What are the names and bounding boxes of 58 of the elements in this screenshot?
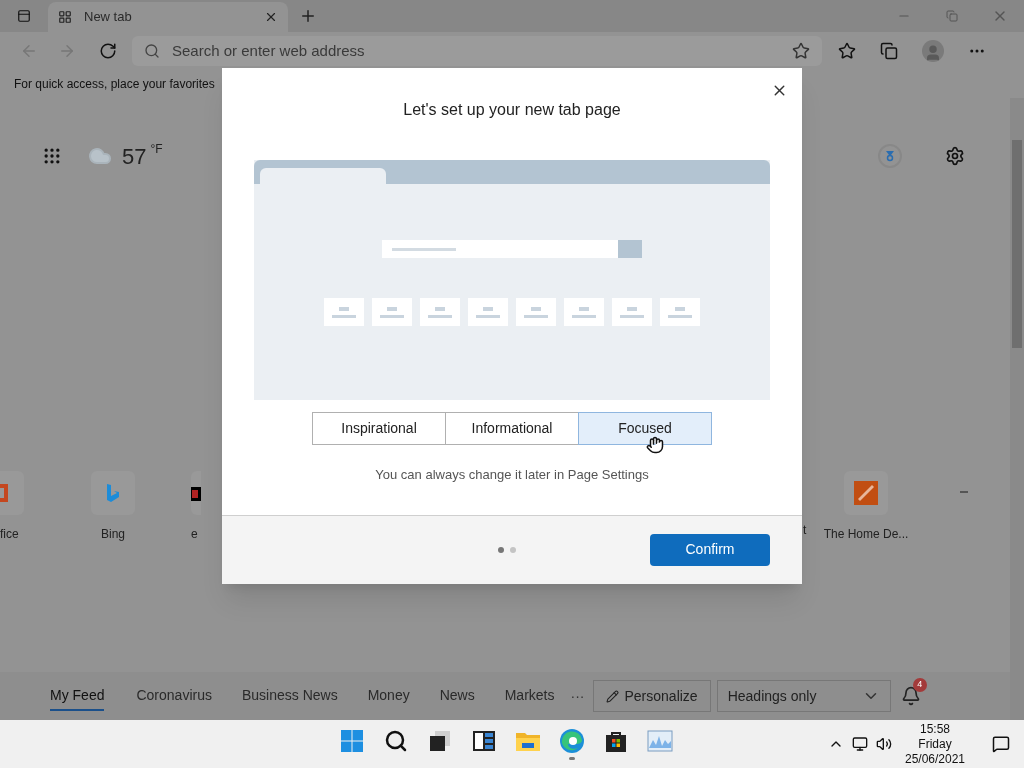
more-topics-button[interactable]: ··· bbox=[570, 685, 585, 707]
tab-page-icon bbox=[58, 10, 72, 24]
collections-icon[interactable] bbox=[880, 42, 898, 60]
notification-center-icon[interactable] bbox=[992, 735, 1010, 753]
layout-option[interactable]: Informational bbox=[445, 412, 579, 445]
temperature[interactable]: 57 bbox=[122, 139, 147, 173]
clock-time[interactable]: 15:58 bbox=[920, 721, 950, 737]
widgets-icon[interactable] bbox=[472, 729, 496, 753]
task-view-icon[interactable] bbox=[428, 729, 452, 753]
clock-day[interactable]: Friday bbox=[918, 736, 952, 752]
layout-option[interactable]: Inspirational bbox=[312, 412, 446, 445]
bing-tile-icon[interactable] bbox=[91, 471, 135, 515]
shopping-bag-icon[interactable] bbox=[604, 729, 628, 753]
personalize-button[interactable]: Personalize bbox=[592, 680, 711, 712]
feed-tab[interactable]: News bbox=[439, 681, 475, 711]
temperature-unit: °F bbox=[150, 141, 163, 158]
search-icon[interactable] bbox=[384, 729, 408, 753]
settings-icon[interactable] bbox=[945, 146, 965, 166]
clock-date[interactable]: 25/06/2021 bbox=[904, 751, 966, 767]
notifications-icon[interactable] bbox=[900, 686, 921, 706]
shop-tile-icon[interactable] bbox=[191, 471, 201, 515]
app-tile-icon[interactable] bbox=[0, 471, 24, 515]
store-tile-icon[interactable] bbox=[844, 471, 888, 515]
browser-logo-icon[interactable] bbox=[559, 728, 585, 754]
feed-tab[interactable]: Markets bbox=[504, 681, 555, 711]
feed-tab[interactable]: My Feed bbox=[50, 681, 105, 711]
address-bar[interactable]: Search or enter web address bbox=[132, 36, 822, 66]
tile-label[interactable]: The Home De... bbox=[823, 525, 909, 543]
tile-label[interactable]: e bbox=[191, 525, 198, 543]
dialog-title: Let's set up your new tab page bbox=[403, 100, 621, 120]
add-favorite-icon[interactable] bbox=[792, 42, 810, 60]
new-tab-icon[interactable] bbox=[299, 7, 317, 25]
tile-label: t bbox=[803, 522, 808, 539]
feed-tab[interactable]: Business News bbox=[241, 681, 338, 711]
layout-dropdown[interactable]: Headings only bbox=[716, 680, 891, 712]
refresh-icon[interactable] bbox=[99, 42, 117, 60]
pointer-cursor-icon bbox=[646, 436, 664, 454]
search-icon bbox=[144, 43, 160, 59]
windows-logo-icon[interactable] bbox=[340, 729, 364, 753]
favorites-icon[interactable] bbox=[838, 42, 856, 60]
layout-option[interactable]: Focused bbox=[578, 412, 712, 445]
pencil-icon bbox=[605, 689, 619, 703]
volume-icon[interactable] bbox=[876, 736, 892, 752]
confirm-button[interactable]: Confirm bbox=[650, 533, 770, 566]
scroll-tiles-icon[interactable] bbox=[960, 491, 968, 493]
dialog-hint: You can always change it later in Page Settings bbox=[375, 466, 649, 484]
feed-tab[interactable]: Money bbox=[367, 681, 410, 711]
apps-grid-icon[interactable] bbox=[42, 146, 62, 166]
network-icon[interactable] bbox=[852, 736, 868, 752]
scrollbar[interactable] bbox=[1010, 98, 1024, 720]
tile-label[interactable]: Bing bbox=[101, 525, 125, 543]
tab-actions-icon[interactable] bbox=[17, 9, 31, 23]
favorites-bar-hint: For quick access, place your favorites bbox=[14, 76, 215, 93]
feed-tab[interactable]: Coronavirus bbox=[136, 681, 212, 711]
notification-badge: 4 bbox=[912, 678, 927, 692]
close-tab-icon[interactable] bbox=[264, 10, 278, 24]
tile-label[interactable]: fice bbox=[0, 525, 19, 543]
browser-tab[interactable]: New tab bbox=[48, 2, 288, 32]
